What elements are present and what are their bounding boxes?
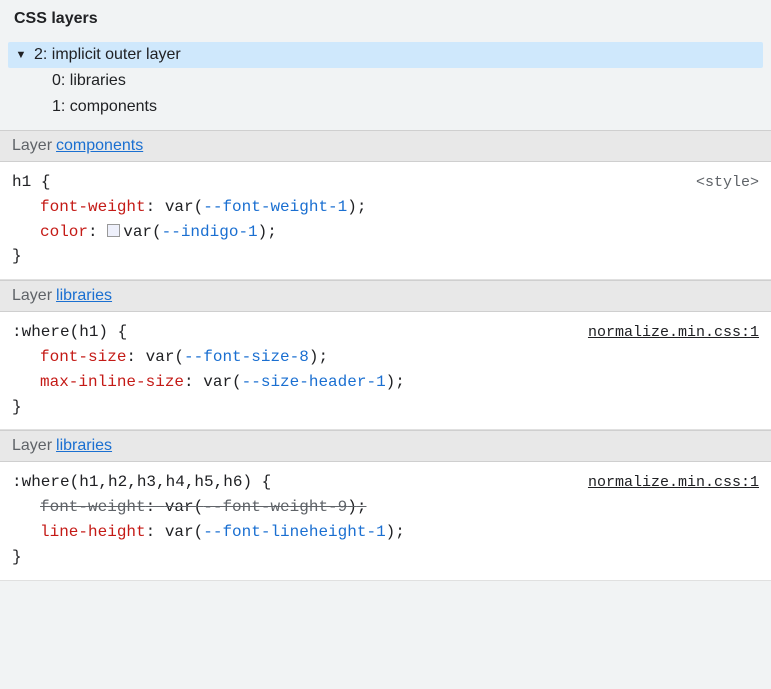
rule-source[interactable]: <style> (696, 171, 759, 194)
css-property: font-size (40, 348, 126, 366)
css-property: color (40, 223, 88, 241)
open-brace: { (262, 473, 272, 491)
css-rule[interactable]: :where(h1,h2,h3,h4,h5,h6) { normalize.mi… (0, 462, 771, 580)
css-declaration[interactable]: line-height: var(--font-lineheight-1); (40, 520, 759, 545)
layer-link[interactable]: components (56, 137, 143, 155)
css-declaration[interactable]: font-weight: var(--font-weight-1); (40, 195, 759, 220)
close-brace: } (12, 398, 22, 416)
css-rule[interactable]: :where(h1) { normalize.min.css:1 font-si… (0, 312, 771, 430)
close-brace: } (12, 548, 22, 566)
layer-prefix: Layer (12, 137, 52, 155)
layer-prefix: Layer (12, 287, 52, 305)
rule-source-link[interactable]: normalize.min.css:1 (588, 321, 759, 344)
layer-header: Layer libraries (0, 280, 771, 312)
section-title: CSS layers (0, 0, 771, 38)
open-brace: { (118, 323, 128, 341)
css-layers-panel: CSS layers ▼ 2: implicit outer layer 0: … (0, 0, 771, 581)
css-declaration-overridden[interactable]: font-weight: var(--font-weight-9); (40, 495, 759, 520)
layer-header: Layer libraries (0, 430, 771, 462)
css-value: var(--font-weight-1) (165, 198, 357, 216)
declarations: font-size: var(--font-size-8); max-inlin… (12, 345, 759, 395)
css-property: line-height (40, 523, 146, 541)
tree-row-label: 1: components (52, 98, 157, 116)
css-rule[interactable]: h1 { <style> font-weight: var(--font-wei… (0, 162, 771, 280)
css-value: var(--font-lineheight-1) (165, 523, 395, 541)
css-selector[interactable]: :where(h1,h2,h3,h4,h5,h6) (12, 473, 252, 491)
tree-row-label: 0: libraries (52, 72, 126, 90)
color-swatch-icon[interactable] (107, 224, 120, 237)
tree-child-row[interactable]: 0: libraries (8, 68, 763, 94)
tree-child-row[interactable]: 1: components (8, 94, 763, 120)
tree-root-row[interactable]: ▼ 2: implicit outer layer (8, 42, 763, 68)
css-property: font-weight (40, 498, 146, 516)
declarations: font-weight: var(--font-weight-9); line-… (12, 495, 759, 545)
layer-header: Layer components (0, 130, 771, 162)
css-value: var(--font-weight-9) (165, 498, 357, 516)
layer-link[interactable]: libraries (56, 287, 112, 305)
css-declaration[interactable]: color: var(--indigo-1); (40, 220, 759, 245)
rule-source-link[interactable]: normalize.min.css:1 (588, 471, 759, 494)
layer-prefix: Layer (12, 437, 52, 455)
css-value: var(--indigo-1) (123, 223, 267, 241)
open-brace: { (41, 173, 51, 191)
declarations: font-weight: var(--font-weight-1); color… (12, 195, 759, 245)
css-value: var(--size-header-1) (203, 373, 395, 391)
layer-tree: ▼ 2: implicit outer layer 0: libraries 1… (0, 38, 771, 130)
css-declaration[interactable]: font-size: var(--font-size-8); (40, 345, 759, 370)
layer-link[interactable]: libraries (56, 437, 112, 455)
css-declaration[interactable]: max-inline-size: var(--size-header-1); (40, 370, 759, 395)
css-selector[interactable]: h1 (12, 173, 31, 191)
css-selector[interactable]: :where(h1) (12, 323, 108, 341)
css-property: font-weight (40, 198, 146, 216)
close-brace: } (12, 247, 22, 265)
disclosure-triangle-icon[interactable]: ▼ (14, 49, 28, 61)
css-value: var(--font-size-8) (146, 348, 319, 366)
tree-row-label: 2: implicit outer layer (34, 46, 181, 64)
css-property: max-inline-size (40, 373, 184, 391)
